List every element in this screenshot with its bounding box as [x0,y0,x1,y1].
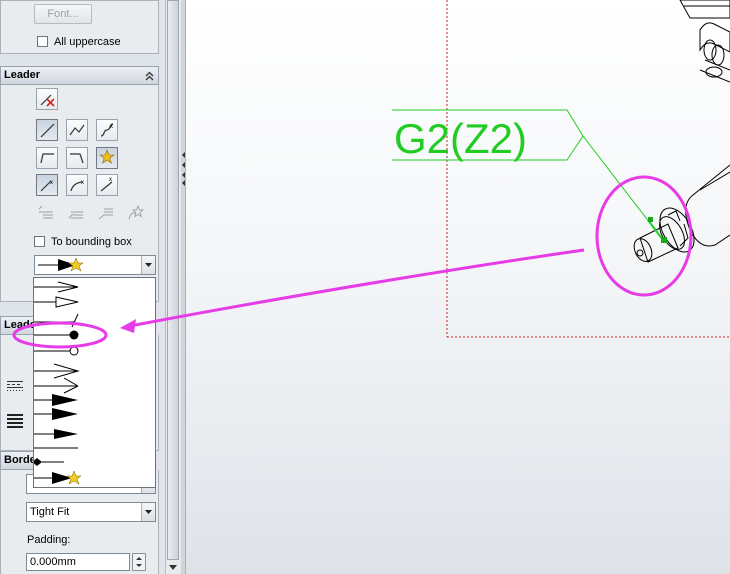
note-text[interactable]: G2(Z2) [394,115,527,162]
note-annotation[interactable]: G2(Z2) [392,109,667,243]
canvas-overlay: G2(Z2) [12,0,730,349]
sketch-boundary [446,0,730,338]
part-geometry-shaft[interactable] [631,164,730,264]
callout-markup [12,175,693,349]
part-geometry-top[interactable] [679,0,730,83]
